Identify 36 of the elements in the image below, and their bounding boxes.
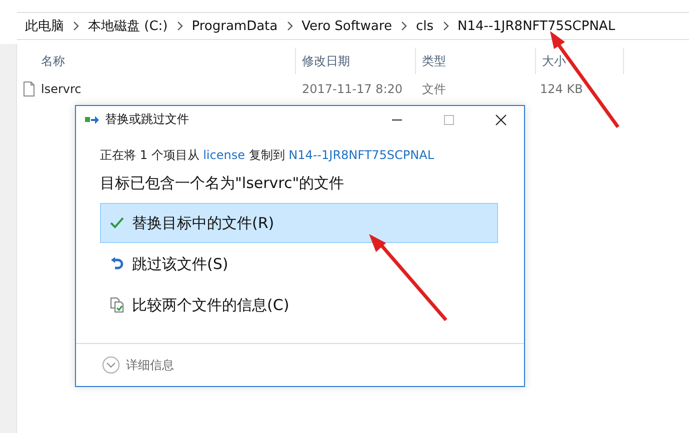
column-header[interactable]: 修改日期 bbox=[296, 48, 416, 74]
chevron-icon bbox=[400, 21, 407, 31]
option-button[interactable]: 跳过该文件(S) bbox=[100, 244, 498, 284]
option-button[interactable]: 替换目标中的文件(R) bbox=[100, 203, 498, 243]
chevron-icon bbox=[73, 21, 79, 31]
table-cell-text: 124 KB bbox=[539, 82, 584, 96]
breadcrumb-item[interactable]: ProgramData bbox=[192, 18, 278, 34]
chevron-icon bbox=[286, 21, 293, 31]
close-icon bbox=[495, 114, 507, 126]
move-file-icon bbox=[85, 114, 99, 124]
maximize-icon bbox=[443, 114, 455, 126]
breadcrumb-item[interactable]: 此电脑 bbox=[25, 17, 64, 35]
table-cell-text: 2017-11-17 8:20 bbox=[301, 82, 404, 96]
breadcrumb-item[interactable]: cls bbox=[416, 18, 434, 34]
documents-icon bbox=[110, 297, 124, 313]
status-text: 正在将 1 个项目从 license 复制到 N14--1JR8NFT75SCPNAL bbox=[100, 147, 436, 164]
window-title: 替换或跳过文件 bbox=[105, 111, 189, 128]
address-bar[interactable]: 此电脑 本地磁盘 (C:) ProgramData Vero Software cls N14--1JR8NFT75SCPNAL bbox=[17, 12, 689, 40]
column-header[interactable]: 类型 bbox=[416, 48, 536, 74]
file-icon bbox=[23, 81, 35, 97]
chevron-down-icon bbox=[102, 356, 120, 374]
check-icon bbox=[110, 217, 124, 229]
dialog-heading: 目标已包含一个名为"lservrc"的文件 bbox=[100, 174, 346, 193]
breadcrumb-item[interactable]: Vero Software bbox=[302, 18, 392, 34]
file-name: lservrc bbox=[41, 82, 82, 96]
column-header[interactable]: 名称 bbox=[17, 48, 296, 74]
option-button[interactable]: 比较两个文件的信息(C) bbox=[100, 285, 498, 325]
chevron-icon bbox=[176, 21, 183, 31]
target-link[interactable]: N14--1JR8NFT75SCPNAL bbox=[288, 148, 434, 162]
breadcrumb-item[interactable]: N14--1JR8NFT75SCPNAL bbox=[458, 18, 616, 34]
undo-icon bbox=[110, 257, 124, 271]
table-cell-text: 文件 bbox=[421, 80, 447, 98]
breadcrumb-item[interactable]: 本地磁盘 (C:) bbox=[88, 17, 168, 35]
details-toggle[interactable]: 详细信息 bbox=[102, 356, 174, 374]
source-link[interactable]: license bbox=[203, 148, 245, 162]
chevron-icon bbox=[442, 21, 449, 31]
